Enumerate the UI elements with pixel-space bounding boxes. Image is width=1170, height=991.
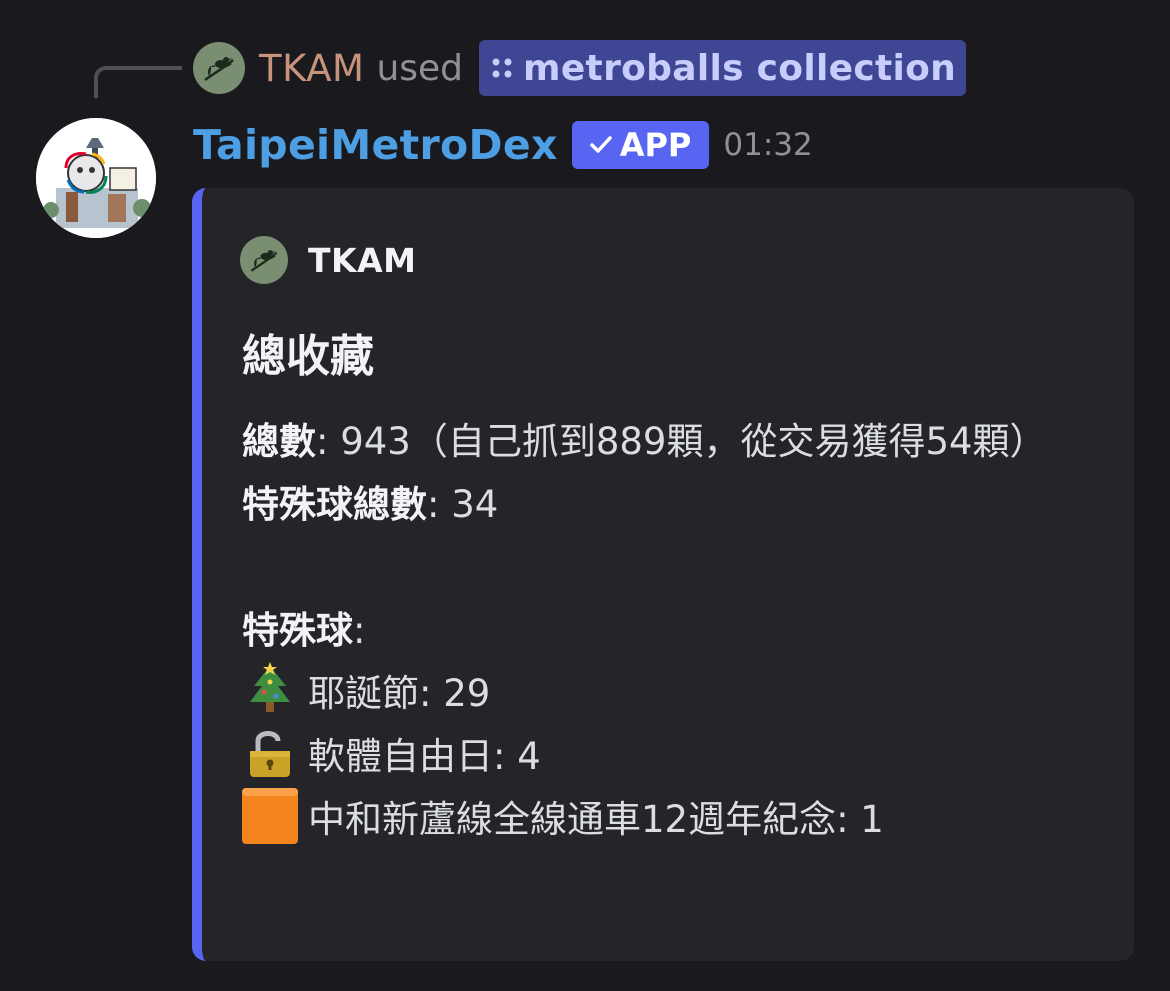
orange-square-icon	[242, 788, 298, 844]
embed-author-avatar	[240, 236, 288, 284]
bot-username[interactable]: TaipeiMetroDex	[193, 121, 558, 169]
special-item-text: 耶誕節: 29	[308, 672, 491, 715]
bird-on-branch-icon	[204, 57, 234, 82]
reply-used-text: used	[376, 47, 464, 89]
unlocked-padlock-icon	[250, 731, 290, 777]
total-label: 總數	[242, 420, 316, 463]
special-item-text: 軟體自由日: 4	[308, 735, 541, 778]
bot-avatar[interactable]	[36, 118, 156, 238]
user-avatar[interactable]	[193, 42, 245, 94]
command-label: metroballs collection	[523, 47, 957, 89]
special-item-text: 中和新蘆線全線通車12週年紀念: 1	[308, 798, 884, 841]
special-heading-line: 特殊球:	[242, 599, 1112, 662]
app-badge: APP	[571, 121, 710, 169]
total-line: 總數: 943（自己抓到889顆，從交易獲得54顆）	[242, 410, 1112, 473]
reply-username[interactable]: TKAM	[259, 47, 364, 90]
message-timestamp[interactable]: 01:32	[723, 127, 812, 163]
collection-embed: TKAM 總收藏 總數: 943（自己抓到889顆，從交易獲得54顆） 特殊球總…	[192, 188, 1134, 961]
embed-author: TKAM	[240, 236, 416, 284]
app-command-icon	[492, 58, 512, 78]
special-label: 特殊球	[242, 609, 353, 652]
bird-on-branch-icon	[250, 250, 278, 272]
app-badge-label: APP	[619, 126, 692, 164]
special-colon: :	[353, 609, 366, 652]
message-header: TaipeiMetroDex APP 01:32	[193, 116, 813, 174]
special-total-value: : 34	[427, 483, 499, 526]
special-item-anniversary: 中和新蘆線全線通車12週年紀念: 1	[242, 788, 1112, 851]
special-item-software-freedom: 軟體自由日: 4	[242, 725, 1112, 788]
reply-connector-line	[94, 66, 182, 98]
special-total-label: 特殊球總數	[242, 483, 427, 526]
taipei-metro-illustration	[36, 118, 156, 238]
total-value: : 943（自己抓到889顆，從交易獲得54顆）	[316, 420, 1047, 463]
checkmark-icon	[589, 136, 612, 153]
embed-description: 總數: 943（自己抓到889顆，從交易獲得54顆） 特殊球總數: 34 特殊球…	[242, 410, 1112, 851]
embed-title: 總收藏	[242, 331, 374, 382]
special-total-line: 特殊球總數: 34	[242, 473, 1112, 536]
command-reply-header: TKAM used metroballs collection	[193, 40, 967, 96]
slash-command-pill[interactable]: metroballs collection	[479, 40, 967, 96]
embed-author-name: TKAM	[308, 240, 417, 280]
special-item-christmas: 耶誕節: 29	[242, 662, 1112, 725]
christmas-tree-icon	[250, 662, 290, 712]
